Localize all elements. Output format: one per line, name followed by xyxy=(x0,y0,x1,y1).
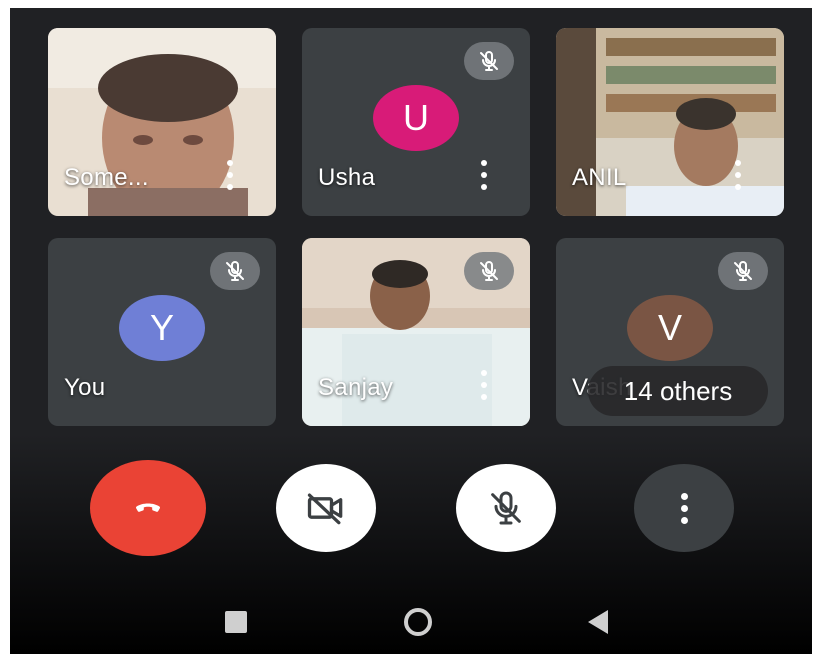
mic-off-icon xyxy=(464,252,514,290)
toggle-mic-button[interactable] xyxy=(456,464,556,552)
participant-name: ANIL xyxy=(572,164,627,191)
more-options-button[interactable] xyxy=(634,464,734,552)
square-icon xyxy=(225,611,247,633)
participant-tile[interactable]: Y You xyxy=(48,238,276,426)
more-vert-icon[interactable] xyxy=(224,160,236,190)
meeting-screen: Some... U Usha ANIL Y You Sanjay V 14 ot… xyxy=(10,8,812,654)
avatar: V xyxy=(627,295,713,361)
hangup-button[interactable] xyxy=(90,460,206,556)
participant-name: Usha xyxy=(318,164,376,191)
more-vert-icon[interactable] xyxy=(732,160,744,190)
participant-name: Some... xyxy=(64,164,149,191)
more-vert-icon[interactable] xyxy=(478,160,490,190)
mic-off-icon xyxy=(491,491,521,525)
more-vert-icon[interactable] xyxy=(478,370,490,400)
videocam-off-icon xyxy=(307,493,343,525)
recents-button[interactable] xyxy=(218,602,254,642)
others-count-pill[interactable]: 14 others xyxy=(588,366,768,416)
phone-hangup-icon xyxy=(136,503,160,512)
triangle-back-icon xyxy=(588,610,608,634)
more-vert-icon xyxy=(680,492,688,524)
circle-icon xyxy=(404,608,432,636)
call-controls xyxy=(10,460,812,560)
participant-name: Sanjay xyxy=(318,374,394,401)
mic-off-icon xyxy=(210,252,260,290)
mic-off-icon xyxy=(464,42,514,80)
participant-tile[interactable]: Sanjay xyxy=(302,238,530,426)
back-button[interactable] xyxy=(580,602,616,642)
toggle-camera-button[interactable] xyxy=(276,464,376,552)
participant-tile[interactable]: Some... xyxy=(48,28,276,216)
participant-name: You xyxy=(64,374,106,401)
mic-off-icon xyxy=(718,252,768,290)
participant-tile[interactable]: ANIL xyxy=(556,28,784,216)
home-button[interactable] xyxy=(396,602,440,642)
participant-tile[interactable]: U Usha xyxy=(302,28,530,216)
avatar: Y xyxy=(119,295,205,361)
system-nav-bar xyxy=(10,602,812,642)
avatar: U xyxy=(373,85,459,151)
